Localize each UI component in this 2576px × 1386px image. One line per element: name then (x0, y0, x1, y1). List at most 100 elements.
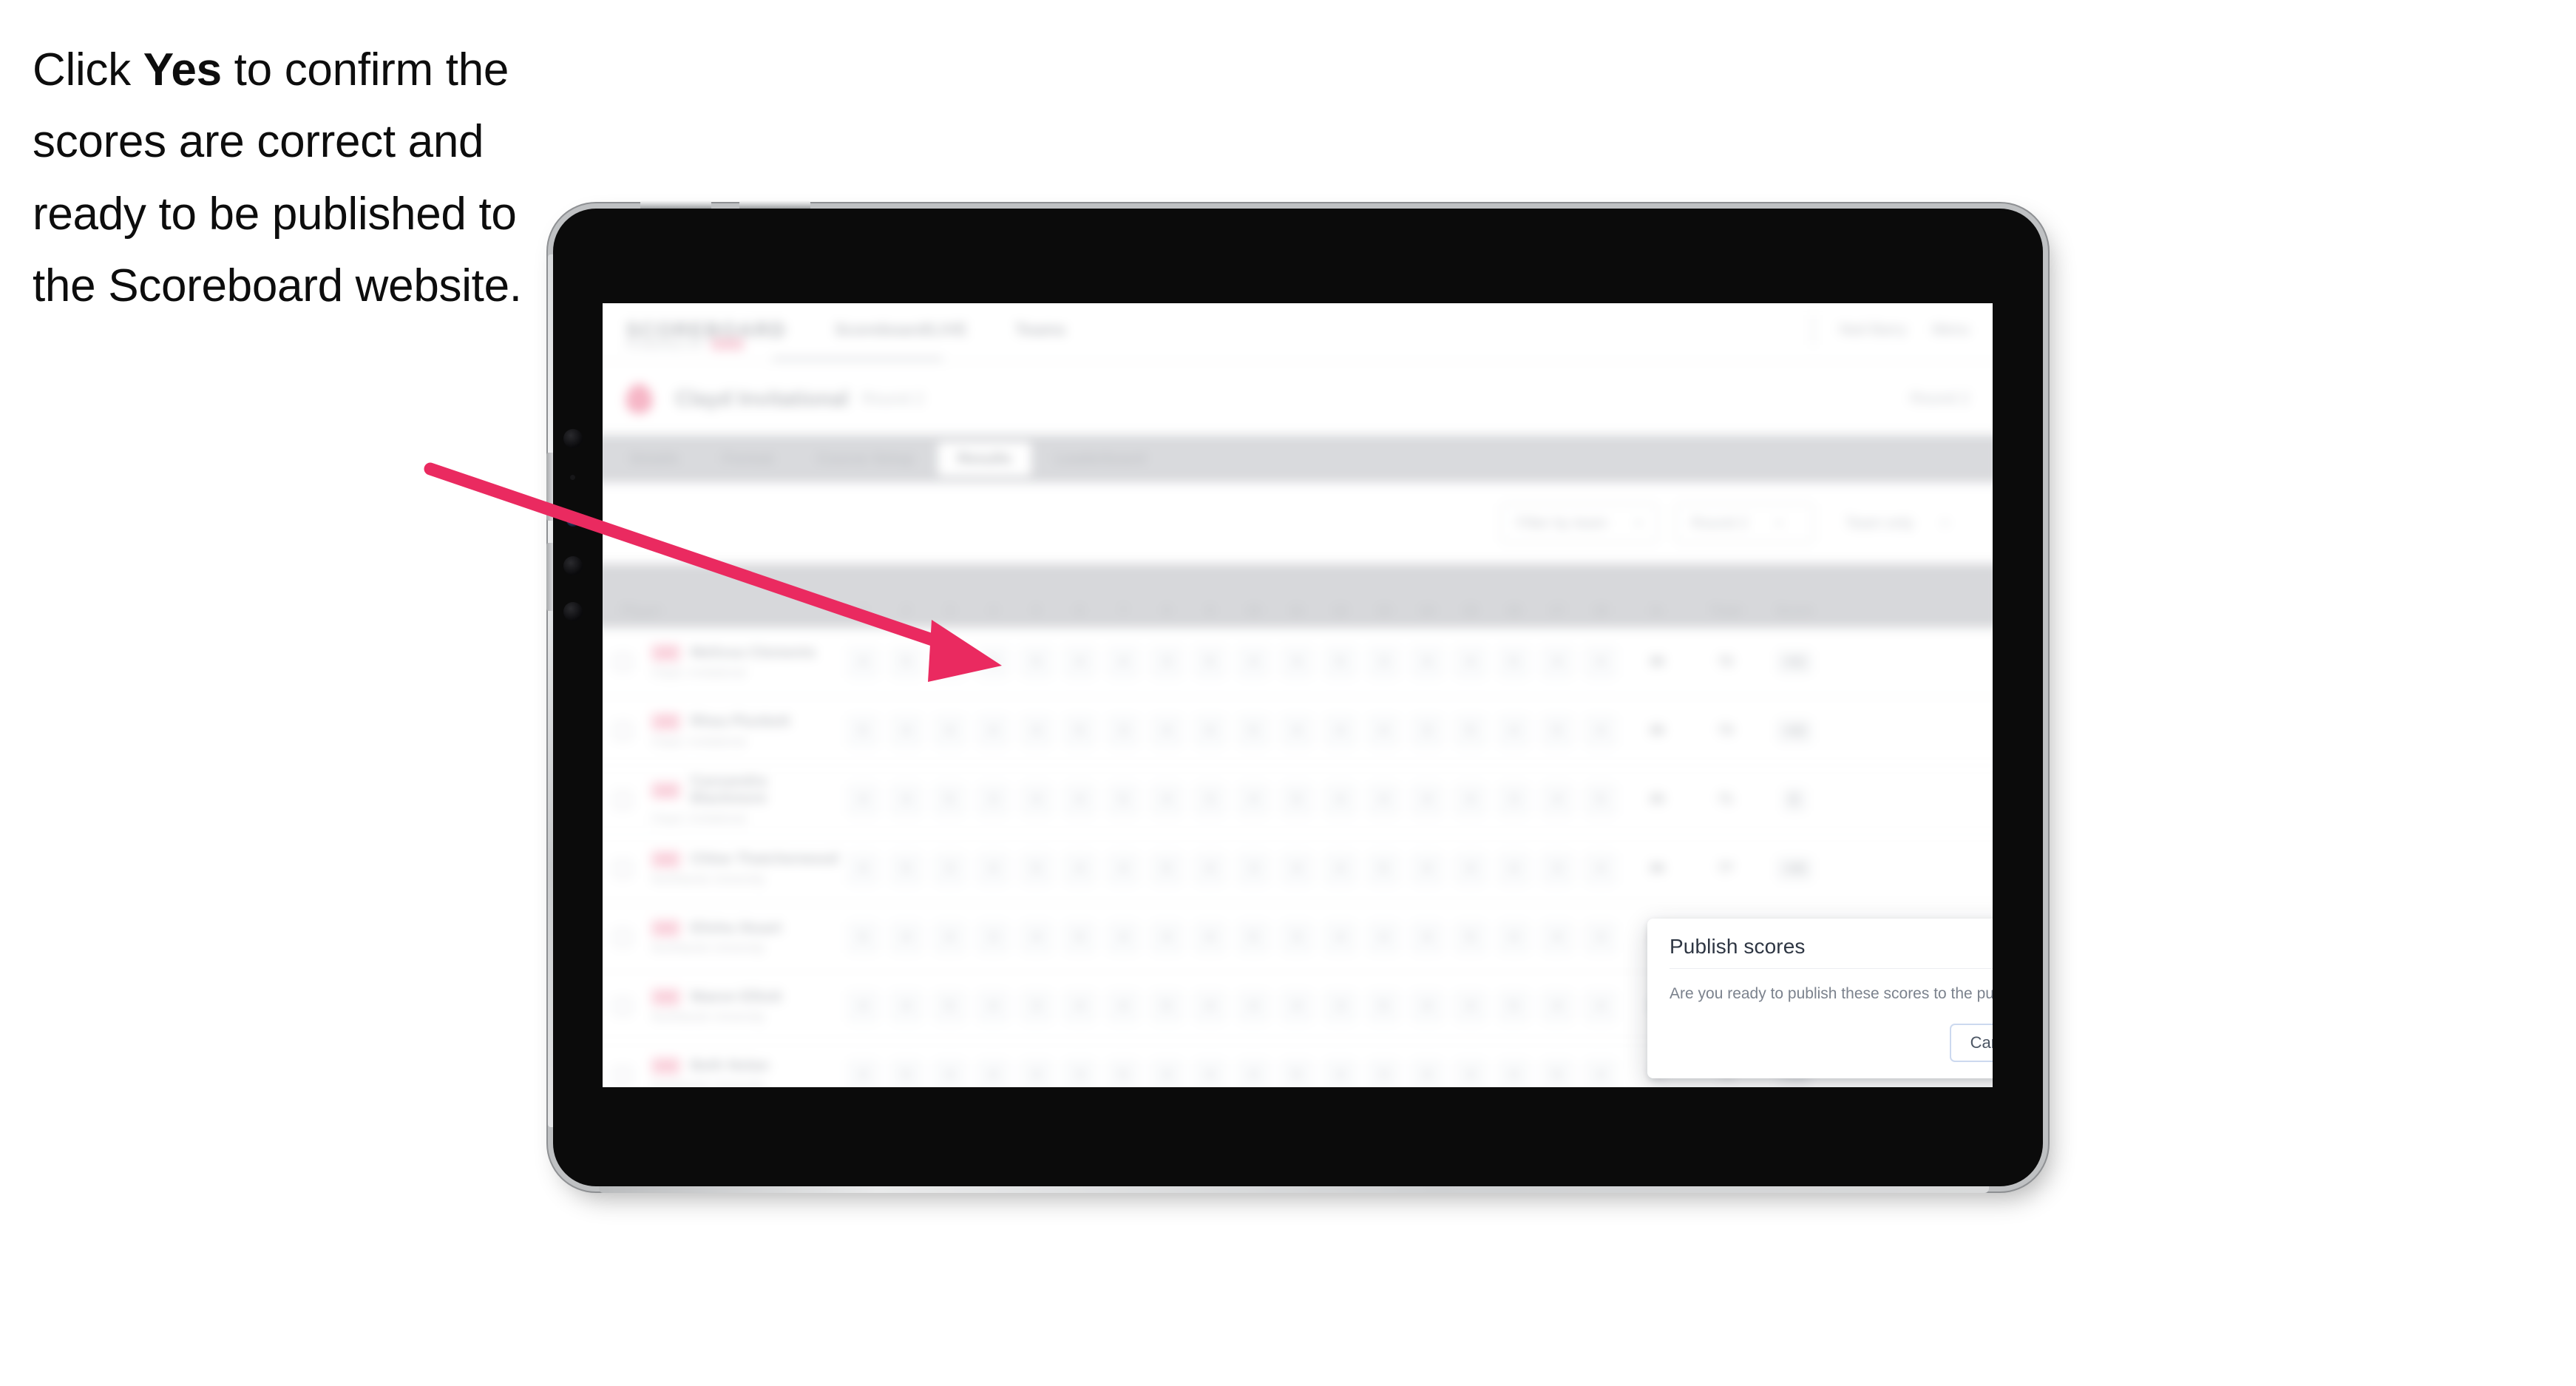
score-input[interactable]: 4 (977, 714, 1009, 747)
score-input[interactable]: 3 (977, 646, 1009, 678)
row-checkbox[interactable] (613, 790, 633, 810)
hole-score-cell-2[interactable]: 5 (884, 646, 928, 678)
hole-score-cell-18[interactable]: 4 (1579, 853, 1623, 885)
score-input[interactable]: 4 (1324, 853, 1356, 885)
hole-score-cell-1[interactable]: 5 (841, 922, 885, 953)
score-input[interactable]: 4 (934, 922, 966, 953)
hole-score-cell-12[interactable]: 5 (1318, 646, 1362, 678)
hole-score-cell-9[interactable]: 4 (1188, 922, 1232, 953)
hole-score-cell-2[interactable]: 4 (884, 783, 928, 816)
score-input[interactable]: 4 (977, 853, 1009, 885)
hole-score-cell-13[interactable]: 4 (1362, 922, 1406, 953)
hole-score-cell-8[interactable]: 5 (1145, 853, 1189, 885)
score-input[interactable]: 4 (1368, 714, 1400, 747)
hole-score-cell-5[interactable]: 4 (1014, 922, 1058, 953)
score-input[interactable]: 4 (1498, 922, 1530, 953)
hole-score-cell-11[interactable]: 4 (1275, 646, 1319, 678)
hole-score-cell-8[interactable]: 4 (1145, 922, 1189, 953)
hole-score-cell-10[interactable]: 5 (1232, 714, 1275, 747)
score-input[interactable]: 4 (1107, 853, 1139, 885)
score-input[interactable]: 4 (1411, 783, 1443, 816)
row-checkbox[interactable] (613, 720, 633, 741)
score-input[interactable]: 5 (1064, 922, 1096, 953)
nav-user-name[interactable]: Ned Barry (1840, 322, 1907, 339)
hole-score-cell-6[interactable]: 4 (1058, 990, 1102, 1022)
score-input[interactable]: 4 (1194, 990, 1226, 1022)
hole-score-cell-13[interactable]: 3 (1362, 1059, 1406, 1087)
hole-score-cell-1[interactable]: 4 (841, 853, 885, 885)
score-input[interactable]: 5 (934, 990, 966, 1022)
hole-score-cell-12[interactable]: 4 (1318, 1059, 1362, 1087)
score-input[interactable]: 5 (1541, 1059, 1573, 1087)
score-input[interactable]: 4 (1238, 646, 1270, 678)
row-checkbox[interactable] (613, 652, 633, 672)
score-input[interactable]: 4 (977, 990, 1009, 1022)
score-input[interactable]: 4 (1064, 853, 1096, 885)
score-input[interactable]: 4 (1454, 783, 1487, 816)
hole-score-cell-15[interactable]: 4 (1448, 783, 1492, 816)
score-input[interactable]: 4 (1324, 783, 1356, 816)
score-input[interactable]: 4 (847, 853, 879, 885)
score-input[interactable]: 3 (1020, 990, 1053, 1022)
tab-results[interactable]: Results (938, 442, 1031, 476)
score-input[interactable]: 4 (847, 646, 879, 678)
hole-score-cell-16[interactable]: 4 (1492, 922, 1536, 953)
hole-score-cell-7[interactable]: 4 (1102, 990, 1145, 1022)
hole-score-cell-13[interactable]: 5 (1362, 990, 1406, 1022)
hole-score-cell-9[interactable]: 4 (1188, 853, 1232, 885)
score-input[interactable]: 3 (934, 853, 966, 885)
hole-score-cell-16[interactable]: 3 (1492, 783, 1536, 816)
hole-score-cell-13[interactable]: 5 (1362, 853, 1406, 885)
score-input[interactable]: 4 (1107, 922, 1139, 953)
hole-score-cell-5[interactable]: 4 (1014, 783, 1058, 816)
hole-score-cell-9[interactable]: 3 (1188, 783, 1232, 816)
hole-score-cell-4[interactable]: 4 (972, 853, 1015, 885)
hole-score-cell-5[interactable]: 3 (1014, 990, 1058, 1022)
hole-score-cell-9[interactable]: 5 (1188, 646, 1232, 678)
hole-score-cell-14[interactable]: 4 (1406, 646, 1449, 678)
score-input[interactable]: 3 (1411, 714, 1443, 747)
hole-score-cell-4[interactable]: 4 (972, 714, 1015, 747)
hole-score-cell-14[interactable]: 4 (1406, 922, 1449, 953)
hole-score-cell-11[interactable]: 4 (1275, 853, 1319, 885)
score-input[interactable]: 4 (1238, 1059, 1270, 1087)
hole-score-cell-15[interactable]: 4 (1448, 1059, 1492, 1087)
score-input[interactable]: 4 (847, 783, 879, 816)
score-input[interactable]: 4 (847, 990, 879, 1022)
hole-score-cell-2[interactable]: 4 (884, 714, 928, 747)
tab-details[interactable]: Details (611, 442, 699, 476)
hole-score-cell-10[interactable]: 3 (1232, 853, 1275, 885)
hole-score-cell-2[interactable]: 5 (884, 1059, 928, 1087)
row-checkbox[interactable] (613, 1065, 633, 1085)
tab-format[interactable]: Format (703, 442, 793, 476)
hole-score-cell-17[interactable]: 4 (1536, 646, 1579, 678)
hole-score-cell-17[interactable]: 5 (1536, 714, 1579, 747)
hole-score-cell-4[interactable]: 3 (972, 783, 1015, 816)
hole-score-cell-12[interactable]: 4 (1318, 714, 1362, 747)
hole-score-cell-7[interactable]: 4 (1102, 922, 1145, 953)
score-input[interactable]: 4 (1107, 646, 1139, 678)
hole-score-cell-3[interactable]: 4 (928, 646, 972, 678)
hole-score-cell-3[interactable]: 4 (928, 714, 972, 747)
score-input[interactable]: 5 (1584, 783, 1617, 816)
hole-score-cell-5[interactable]: 5 (1014, 646, 1058, 678)
score-input[interactable]: 4 (1454, 646, 1487, 678)
hole-score-cell-12[interactable]: 4 (1318, 853, 1362, 885)
score-input[interactable]: 5 (1238, 922, 1270, 953)
score-input[interactable]: 4 (1368, 922, 1400, 953)
hole-score-cell-5[interactable]: 5 (1014, 853, 1058, 885)
score-input[interactable]: 5 (1281, 1059, 1313, 1087)
hole-score-cell-3[interactable]: 3 (928, 853, 972, 885)
hole-score-cell-9[interactable]: 4 (1188, 1059, 1232, 1087)
device-volume-up-button[interactable] (546, 453, 553, 521)
row-checkbox[interactable] (613, 859, 633, 879)
score-input[interactable]: 5 (934, 783, 966, 816)
score-input[interactable]: 4 (1150, 922, 1183, 953)
hole-score-cell-16[interactable]: 4 (1492, 1059, 1536, 1087)
hole-score-cell-5[interactable]: 4 (1014, 1059, 1058, 1087)
hole-score-cell-1[interactable]: 5 (841, 714, 885, 747)
hole-score-cell-4[interactable]: 3 (972, 922, 1015, 953)
score-input[interactable]: 3 (1541, 853, 1573, 885)
tab-course-setup[interactable]: Course Setup (797, 442, 933, 476)
hole-score-cell-1[interactable]: 4 (841, 990, 885, 1022)
